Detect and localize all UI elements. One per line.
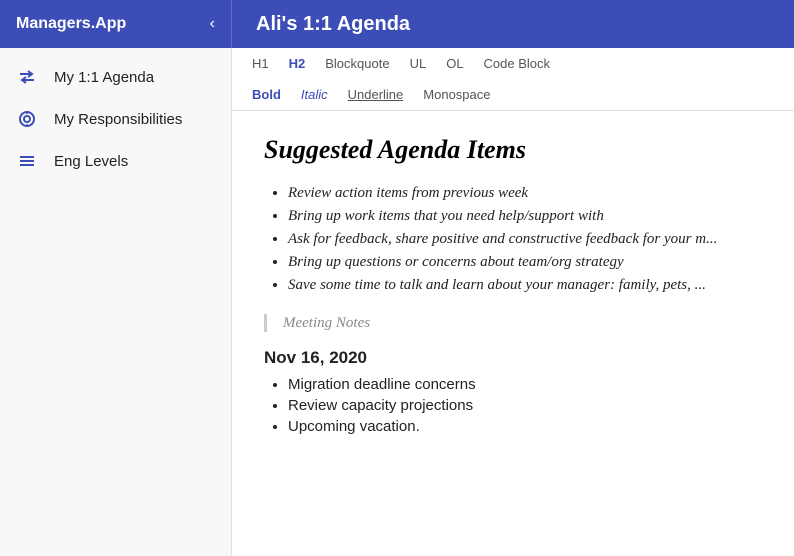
notes-date: Nov 16, 2020 — [264, 348, 762, 368]
list-item: Bring up work items that you need help/s… — [288, 208, 762, 225]
content-area: H1 H2 Blockquote UL OL Code Block Bold I… — [232, 48, 794, 556]
toolbar-h2[interactable]: H2 — [285, 54, 310, 73]
toolbar-blockquote[interactable]: Blockquote — [321, 54, 393, 73]
sidebar-label-eng-levels: Eng Levels — [54, 153, 128, 170]
list-item: Save some time to talk and learn about y… — [288, 277, 762, 294]
list-item: Review capacity projections — [288, 397, 762, 414]
sidebar-item-eng-levels[interactable]: Eng Levels — [0, 140, 231, 182]
toolbar-row-2: Bold Italic Underline Monospace — [232, 79, 794, 110]
blockquote-text: Meeting Notes — [283, 315, 370, 331]
toolbar-ol[interactable]: OL — [442, 54, 467, 73]
agenda-list: Review action items from previous week B… — [264, 185, 762, 294]
list-item: Ask for feedback, share positive and con… — [288, 231, 762, 248]
list-item: Upcoming vacation. — [288, 418, 762, 435]
list-item: Migration deadline concerns — [288, 376, 762, 393]
toolbar-code-block[interactable]: Code Block — [480, 54, 554, 73]
app-header: Managers.App ‹ Ali's 1:1 Agenda — [0, 0, 794, 48]
toolbar-ul[interactable]: UL — [406, 54, 431, 73]
chevron-left-icon[interactable]: ‹ — [210, 15, 215, 33]
toolbar-bold[interactable]: Bold — [248, 85, 285, 104]
toolbar-italic[interactable]: Italic — [297, 85, 332, 104]
meeting-notes-blockquote: Meeting Notes — [264, 314, 762, 332]
target-icon — [16, 110, 38, 128]
sidebar-label-my-1-1-agenda: My 1:1 Agenda — [54, 69, 154, 86]
list-item: Bring up questions or concerns about tea… — [288, 254, 762, 271]
toolbar-monospace[interactable]: Monospace — [419, 85, 494, 104]
editor-content: Suggested Agenda Items Review action ite… — [232, 111, 794, 463]
editor-title: Suggested Agenda Items — [264, 135, 762, 165]
editor-toolbar: H1 H2 Blockquote UL OL Code Block Bold I… — [232, 48, 794, 111]
lines-icon — [16, 152, 38, 170]
sidebar-label-my-responsibilities: My Responsibilities — [54, 111, 182, 128]
brand-name: Managers.App — [16, 15, 126, 33]
sidebar: My 1:1 Agenda My Responsibilities — [0, 48, 232, 556]
toolbar-row-1: H1 H2 Blockquote UL OL Code Block — [232, 48, 794, 79]
arrow-switch-icon — [16, 68, 38, 86]
toolbar-h1[interactable]: H1 — [248, 54, 273, 73]
notes-list: Migration deadline concerns Review capac… — [264, 376, 762, 435]
main-layout: My 1:1 Agenda My Responsibilities — [0, 48, 794, 556]
page-title: Ali's 1:1 Agenda — [232, 13, 434, 36]
sidebar-item-my-1-1-agenda[interactable]: My 1:1 Agenda — [0, 56, 231, 98]
list-item: Review action items from previous week — [288, 185, 762, 202]
sidebar-item-my-responsibilities[interactable]: My Responsibilities — [0, 98, 231, 140]
sidebar-brand: Managers.App ‹ — [0, 0, 232, 48]
toolbar-underline[interactable]: Underline — [344, 85, 408, 104]
